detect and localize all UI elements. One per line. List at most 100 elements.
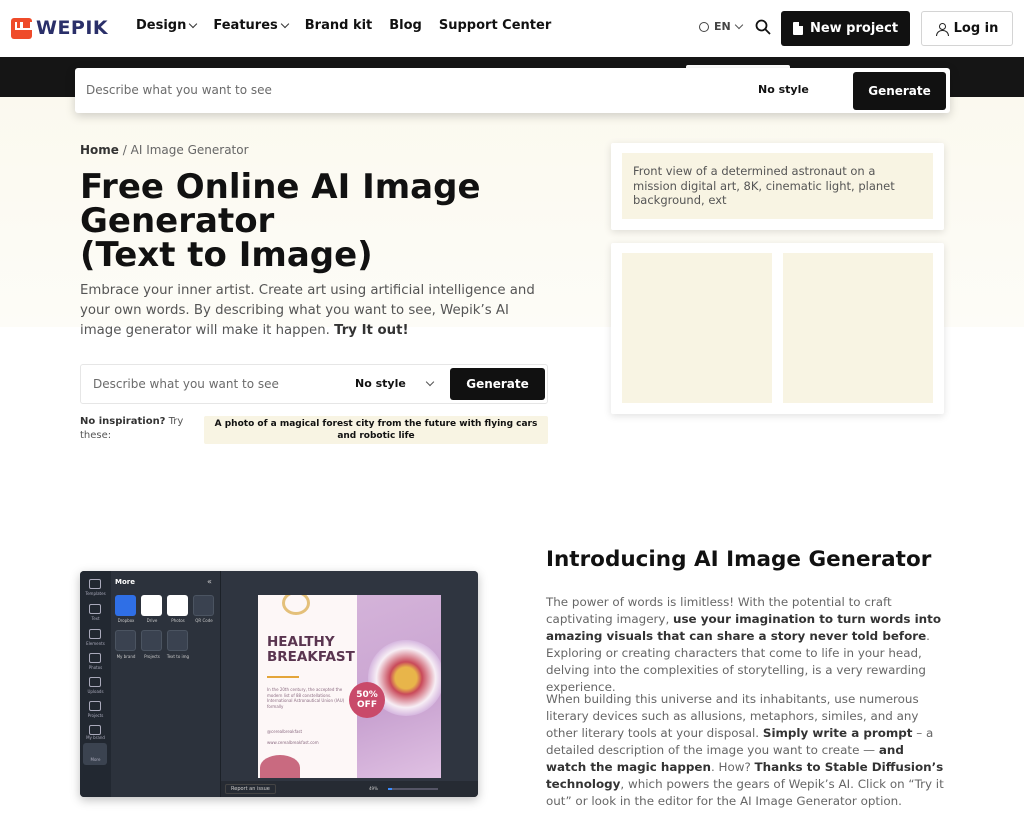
preview-prompt-card: Front view of a determined astronaut on … (611, 143, 944, 230)
elements-icon (89, 629, 101, 639)
language-code: EN (714, 20, 731, 33)
document-icon (792, 22, 803, 35)
text-to-image-icon (167, 630, 188, 651)
sticky-style-select[interactable]: No style (758, 83, 809, 96)
editor-more-panel: More « Dropbox Drive Photos QR Code My b… (111, 571, 221, 797)
logo-mark-icon (11, 17, 32, 39)
photos-icon (89, 653, 101, 663)
design-body-text: In the 20th century, the accepted the mo… (267, 687, 345, 709)
preview-prompt-text: Front view of a determined astronaut on … (622, 153, 933, 219)
language-selector[interactable]: EN (699, 20, 743, 33)
search-icon[interactable] (755, 19, 771, 35)
badge-label: OFF (357, 700, 377, 710)
headline-line: HEALTHY (267, 634, 335, 650)
decorative-leaf (260, 755, 300, 778)
zoom-slider (388, 788, 438, 790)
style-select[interactable]: No style (355, 377, 406, 390)
design-headline: HEALTHY BREAKFAST (267, 635, 355, 665)
menu-item-design[interactable]: Design (136, 18, 198, 33)
main-menu: Design Features Brand kit Blog Support C… (136, 18, 551, 33)
panel-title: More (115, 578, 135, 586)
text-run-bold: Simply write a prompt (762, 726, 913, 740)
tile-label: Drive (146, 618, 158, 623)
zoom-level: 49% (369, 786, 378, 791)
tile-label: Text to img (166, 654, 190, 659)
login-label: Log in (953, 21, 999, 36)
generated-image-placeholder (783, 253, 933, 403)
chevron-down-icon (425, 377, 435, 387)
uploads-icon (89, 677, 101, 687)
hero-description: Embrace your inner artist. Create art us… (80, 281, 550, 341)
menu-item-brand-kit[interactable]: Brand kit (305, 18, 373, 33)
tile-label: Projects (144, 654, 160, 659)
menu-item-features[interactable]: Features (213, 18, 290, 33)
headline-line: BREAKFAST (267, 649, 355, 665)
top-navbar: WEPIK Design Features Brand kit Blog Sup… (0, 0, 1024, 57)
intro-paragraph-1: The power of words is limitless! With th… (546, 594, 946, 696)
inspiration-label-bold: No inspiration? (80, 416, 166, 427)
my-brand-icon (115, 630, 136, 651)
logo-text: WEPIK (36, 17, 109, 39)
sticky-generate-button[interactable]: Generate (853, 72, 946, 110)
prompt-bar: Describe what you want to see No style G… (80, 364, 548, 404)
rail-label: Elements (86, 641, 105, 646)
globe-icon (699, 21, 709, 32)
rail-label: More (90, 757, 101, 762)
healthy-breakfast-design: HEALTHY BREAKFAST In the 20th century, t… (258, 595, 441, 778)
page-title: Free Online AI Image Generator (Text to … (80, 170, 550, 272)
menu-item-support-center[interactable]: Support Center (439, 18, 551, 33)
menu-label: Support Center (438, 18, 552, 33)
sticky-prompt-input[interactable]: Describe what you want to see (86, 83, 272, 97)
new-project-label: New project (809, 21, 899, 36)
login-button[interactable]: Log in (921, 11, 1013, 46)
brand-icon (89, 725, 101, 735)
rail-label: My brand (86, 735, 105, 740)
sticky-prompt-bar: Describe what you want to see No style G… (75, 68, 950, 113)
tile-label: Photos (171, 618, 185, 623)
dropbox-icon (115, 595, 136, 616)
editor-footer: Report an issue 49% (221, 781, 478, 797)
projects-tile-icon (141, 630, 162, 651)
badge-value: 50% (356, 690, 378, 700)
menu-label: Brand kit (304, 18, 373, 33)
new-project-button[interactable]: New project (781, 11, 910, 46)
text-icon (89, 604, 101, 614)
tile-label: My brand (116, 654, 136, 659)
rail-label: Templates (85, 591, 106, 596)
generate-button[interactable]: Generate (450, 368, 545, 400)
intro-paragraph-2: When building this universe and its inha… (546, 691, 946, 810)
menu-label: Design (136, 18, 187, 33)
inspiration-label: No inspiration? Try these: (80, 415, 195, 443)
chevron-down-icon (280, 19, 290, 29)
hero-lead-text: Embrace your inner artist. Create art us… (80, 283, 535, 338)
title-line: (Text to Image) (80, 235, 373, 275)
templates-icon (89, 579, 101, 589)
qr-code-icon (193, 595, 214, 616)
design-divider (267, 676, 299, 678)
breadcrumb-home[interactable]: Home (80, 143, 119, 157)
user-icon (935, 22, 949, 36)
menu-item-blog[interactable]: Blog (389, 18, 422, 33)
generated-image-placeholder (622, 253, 772, 403)
design-social-handle: @cerealbreakfast (267, 729, 303, 734)
projects-icon (89, 701, 101, 711)
breadcrumb: Home / AI Image Generator (80, 143, 249, 157)
intro-title: Introducing AI Image Generator (546, 547, 932, 572)
prompt-suggestion-chip[interactable]: A photo of a magical forest city from th… (204, 416, 548, 444)
rail-label: Uploads (87, 689, 104, 694)
title-line: Free Online AI Image (80, 167, 481, 207)
collapse-icon: « (207, 577, 212, 586)
text-run: . How? (710, 760, 755, 774)
breadcrumb-separator: / (122, 143, 127, 157)
rail-label: Projects (87, 713, 104, 718)
try-it-out-link[interactable]: Try It out! (334, 323, 408, 338)
chevron-down-icon (189, 19, 198, 29)
preview-images-card (611, 243, 944, 414)
wepik-logo[interactable]: WEPIK (11, 17, 108, 39)
design-url: www.cerealbreakfast.com (267, 740, 319, 745)
prompt-input[interactable]: Describe what you want to see (93, 377, 279, 391)
menu-label: Blog (389, 18, 422, 33)
rail-label: Text (91, 616, 100, 621)
tile-label: Dropbox (117, 618, 135, 623)
google-photos-icon (167, 595, 188, 616)
